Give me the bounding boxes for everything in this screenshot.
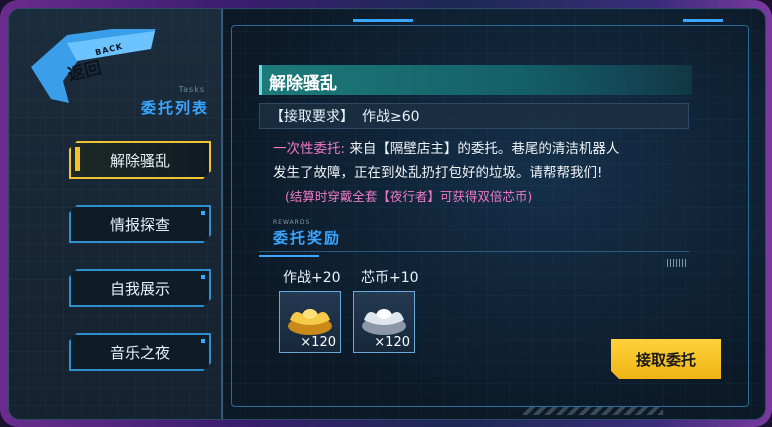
task-item-4[interactable]: 音乐之夜 <box>69 333 211 371</box>
description-line-1: 来自【隔壁店主】的委托。巷尾的清洁机器人 <box>349 141 620 157</box>
description-note: (结算时穿戴全套【夜行者】可获得双倍芯币) <box>285 189 533 204</box>
rewards-en-label: REWARDS <box>273 219 311 226</box>
corner-dot-icon <box>201 275 205 279</box>
task-description: 一次性委托: 来自【隔壁店主】的委托。巷尾的清洁机器人 发生了故障，正在到处乱扔… <box>273 137 693 209</box>
task-title: 解除骚乱 <box>269 74 337 94</box>
task-item-3[interactable]: 自我展示 <box>69 269 211 307</box>
accept-task-button[interactable]: 接取委托 <box>611 339 721 379</box>
divider-accent <box>259 255 319 257</box>
task-item-label: 自我展示 <box>109 279 170 298</box>
task-item-label: 解除骚乱 <box>109 151 170 170</box>
reward-coin-label: 芯币+10 <box>361 270 419 286</box>
sidebar: BACK 返回 Tasks 委托列表 解除骚乱 情报探查 自我展示 音乐之夜 <box>9 9 223 419</box>
reward-qty: ×120 <box>300 335 336 350</box>
gold-ingot-icon <box>288 309 332 335</box>
task-item-label: 情报探查 <box>109 215 170 234</box>
corner-dot-icon <box>201 339 205 343</box>
divider <box>259 251 689 252</box>
requirement-label: 【接取要求】 <box>270 109 354 125</box>
reward-qty: ×120 <box>374 335 410 350</box>
corner-dot-icon <box>201 211 205 215</box>
requirement-value: 作战≥60 <box>362 109 420 125</box>
sidebar-subtitle: Tasks <box>178 85 205 94</box>
requirement-bar: 【接取要求】 作战≥60 <box>259 103 689 129</box>
description-line-2: 发生了故障，正在到处乱扔打包好的垃圾。请帮帮我们! <box>273 165 603 181</box>
rewards-title: 委托奖励 <box>273 229 342 247</box>
task-item-label: 音乐之夜 <box>109 343 170 362</box>
reward-item-silver[interactable]: ×120 <box>353 291 415 353</box>
task-type-label: 一次性委托: <box>273 141 346 157</box>
decor-line <box>683 19 723 22</box>
barcode-icon <box>667 259 687 267</box>
silver-ingot-icon <box>362 309 406 335</box>
decor-stripes <box>523 407 663 415</box>
panel: BACK 返回 Tasks 委托列表 解除骚乱 情报探查 自我展示 音乐之夜 解… <box>8 8 766 420</box>
reward-item-gold[interactable]: ×120 <box>279 291 341 353</box>
sidebar-title: 委托列表 <box>140 99 209 117</box>
task-detail-panel: 解除骚乱 【接取要求】 作战≥60 一次性委托: 来自【隔壁店主】的委托。巷尾的… <box>223 9 765 419</box>
task-item-2[interactable]: 情报探查 <box>69 205 211 243</box>
reward-combat-label: 作战+20 <box>283 270 341 286</box>
window-frame: BACK 返回 Tasks 委托列表 解除骚乱 情报探查 自我展示 音乐之夜 解… <box>0 0 772 427</box>
active-marker <box>75 147 80 171</box>
decor-line <box>353 19 413 22</box>
task-item-1[interactable]: 解除骚乱 <box>69 141 211 179</box>
